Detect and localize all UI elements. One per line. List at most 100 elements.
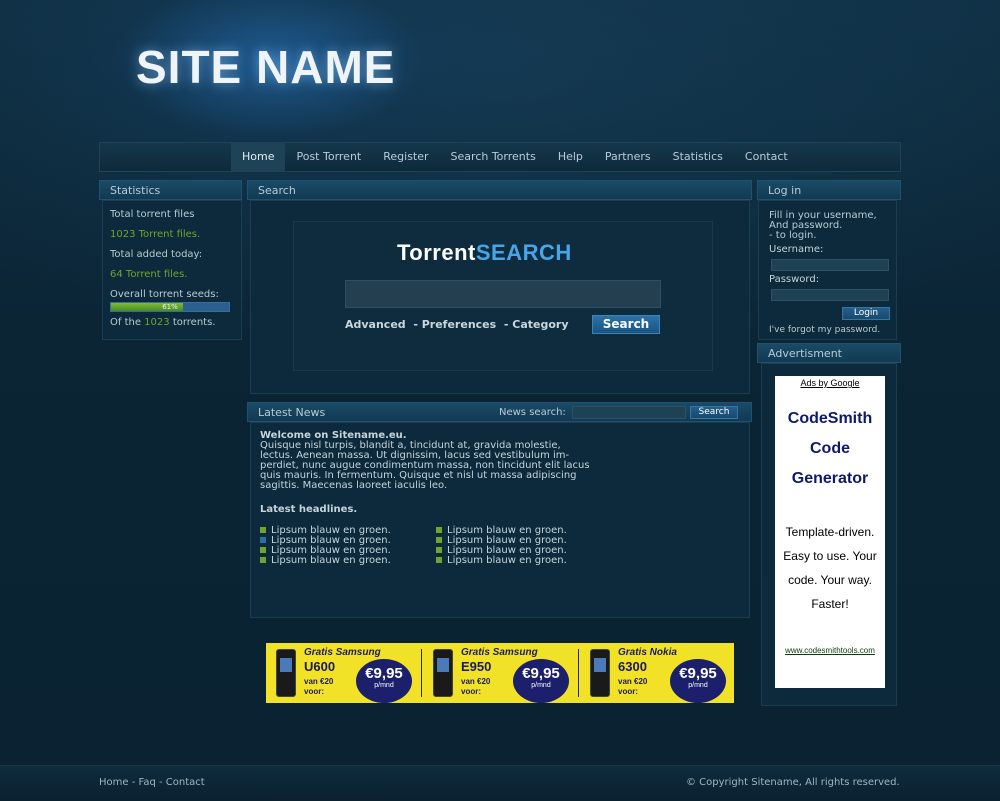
green-bullet-icon <box>436 527 442 533</box>
login-title: Log in <box>757 180 901 200</box>
ad-body: Template-driven. Easy to use. Your code.… <box>775 520 885 616</box>
statistics-body: Total torrent files 1023 Torrent files. … <box>102 200 242 340</box>
price-burst: €9,95 p/mnd <box>670 659 726 703</box>
news-search-input[interactable] <box>572 406 686 419</box>
banner-offer[interactable]: Gratis Samsung U600 van €20 voor: €9,95 p/… <box>266 643 422 703</box>
torrents-summary-prefix: Of the <box>110 317 141 328</box>
login-panel: Log in Fill in your username, And passwo… <box>757 180 901 340</box>
nav-item-contact[interactable]: Contact <box>734 143 799 171</box>
ads-by-google-link[interactable]: Ads by Google <box>775 378 885 388</box>
offer-title: Gratis Samsung <box>461 647 538 658</box>
offer-from-line: voor: <box>461 687 481 696</box>
nav-item-search-torrents[interactable]: Search Torrents <box>440 143 547 171</box>
nav-item-post-torrent[interactable]: Post Torrent <box>285 143 372 171</box>
phone-icon <box>433 649 453 697</box>
headline-item[interactable]: Lipsum blauw en groen. <box>436 556 567 566</box>
offer-from-line: van €20 <box>304 677 334 686</box>
login-button[interactable]: Login <box>842 307 890 320</box>
footer-separator: - <box>128 777 139 788</box>
nav-item-statistics[interactable]: Statistics <box>662 143 734 171</box>
ad-body-line: Template-driven. <box>785 525 875 539</box>
torrent-search-button[interactable]: Search <box>592 315 660 334</box>
footer-home-link[interactable]: Home <box>99 777 129 788</box>
offer-per: p/mnd <box>374 682 394 689</box>
torrents-summary-suffix: torrents. <box>172 317 216 328</box>
nav-item-register[interactable]: Register <box>372 143 439 171</box>
footer-separator: - <box>155 777 166 788</box>
offer-from-line: voor: <box>304 687 324 696</box>
green-bullet-icon <box>260 557 266 563</box>
headlines-title: Latest headlines. <box>260 504 358 515</box>
torrent-search-logo: TorrentSEARCH <box>397 240 572 266</box>
ad-url-link[interactable]: www.codesmithtools.com <box>775 646 885 655</box>
ad-title[interactable]: CodeSmith Code Generator <box>775 404 885 494</box>
blue-bullet-icon <box>260 537 266 543</box>
nav-item-partners[interactable]: Partners <box>594 143 662 171</box>
offer-per: p/mnd <box>688 682 708 689</box>
latest-news-title: Latest News <box>258 406 326 419</box>
green-bullet-icon <box>436 557 442 563</box>
ad-body-line: Faster! <box>811 597 849 611</box>
main-navigation: Home Post Torrent Register Search Torren… <box>99 142 901 172</box>
seeds-progress-label: 61% <box>162 303 178 311</box>
latest-news-header: Latest News News search: Search <box>247 402 752 422</box>
phone-offer-banner[interactable]: Gratis Samsung U600 van €20 voor: €9,95 p/… <box>266 643 734 703</box>
nav-item-help[interactable]: Help <box>547 143 594 171</box>
forgot-password-link[interactable]: I've forgot my password. <box>769 325 880 335</box>
advertisment-body: Ads by Google CodeSmith Code Generator T… <box>761 363 897 706</box>
footer-copyright: © Copyright Sitename, All rights reserve… <box>686 777 900 788</box>
total-files-value: 1023 Torrent files. <box>110 229 201 240</box>
offer-per: p/mnd <box>531 682 551 689</box>
search-options-links: Advanced - Preferences - Category <box>345 318 569 331</box>
green-bullet-icon <box>260 547 266 553</box>
ad-title-line: Code <box>810 440 850 457</box>
seeds-label: Overall torrent seeds: <box>110 289 219 300</box>
site-logo-text[interactable]: SITE NAME <box>136 40 395 94</box>
body-line: sagittis. Maecenas laoreet iaculis leo. <box>260 480 448 491</box>
offer-title: Gratis Nokia <box>618 647 677 658</box>
nav-list: Home Post Torrent Register Search Torren… <box>231 143 799 171</box>
added-today-value: 64 Torrent files. <box>110 269 188 280</box>
nav-item-home[interactable]: Home <box>231 143 286 171</box>
headline-item[interactable]: Lipsum blauw en groen. <box>260 556 391 566</box>
preferences-link[interactable]: - Preferences <box>413 318 496 331</box>
banner-offer[interactable]: Gratis Nokia 6300 van €20 voor: €9,95 p/mn… <box>580 643 736 703</box>
footer-contact-link[interactable]: Contact <box>166 777 205 788</box>
phone-icon <box>276 649 296 697</box>
offer-price: €9,95 <box>365 665 403 682</box>
total-files-label: Total torrent files <box>110 209 195 220</box>
green-bullet-icon <box>260 527 266 533</box>
username-input[interactable] <box>771 259 889 271</box>
torrents-summary: Of the 1023 torrents. <box>110 317 215 328</box>
offer-from: van €20 voor: <box>461 677 490 697</box>
banner-offer[interactable]: Gratis Samsung E950 van €20 voor: €9,95 p/… <box>423 643 579 703</box>
footer-faq-link[interactable]: Faq <box>139 777 156 788</box>
search-panel: Search TorrentSEARCH Advanced - Preferen… <box>247 180 752 394</box>
offer-model: 6300 <box>618 659 647 674</box>
green-bullet-icon <box>436 537 442 543</box>
ad-body-line: code. Your way. <box>788 573 872 587</box>
torrent-search-input[interactable] <box>345 280 661 308</box>
latest-news-panel: Latest News News search: Search Welcome … <box>247 402 752 618</box>
category-link[interactable]: - Category <box>504 318 569 331</box>
ad-title-line: Generator <box>791 470 869 487</box>
price-burst: €9,95 p/mnd <box>513 659 569 703</box>
ad-title-line: CodeSmith <box>787 410 873 427</box>
price-burst: €9,95 p/mnd <box>356 659 412 703</box>
logo-part-torrent: Torrent <box>397 240 476 265</box>
offer-model: E950 <box>461 659 492 674</box>
google-ad[interactable]: Ads by Google CodeSmith Code Generator T… <box>775 376 885 688</box>
offer-price: €9,95 <box>679 665 717 682</box>
banner-divider <box>578 649 579 697</box>
offer-from: van €20 voor: <box>304 677 333 697</box>
advanced-link[interactable]: Advanced <box>345 318 406 331</box>
offer-from-line: voor: <box>618 687 638 696</box>
offer-model: U600 <box>304 659 336 674</box>
password-input[interactable] <box>771 289 889 301</box>
phone-icon <box>590 649 610 697</box>
news-search-button[interactable]: Search <box>690 406 738 419</box>
headlines-left-column: Lipsum blauw en groen. Lipsum blauw en g… <box>260 526 391 566</box>
search-panel-title: Search <box>247 180 752 200</box>
statistics-title: Statistics <box>99 180 242 200</box>
headline-text: Lipsum blauw en groen. <box>447 555 567 566</box>
